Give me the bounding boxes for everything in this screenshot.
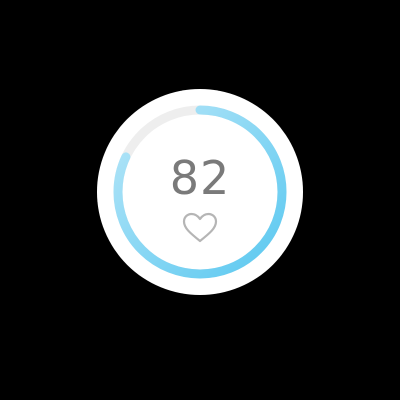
dial-value: 82 [169,151,231,205]
progress-dial-widget: 82 [0,0,400,400]
heart-icon [182,212,218,243]
